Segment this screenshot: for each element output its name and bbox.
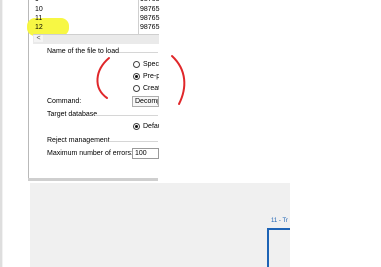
command-label: Command:	[47, 98, 82, 105]
reject-group-label: Reject management	[47, 137, 110, 144]
max-errors-input[interactable]: 100	[132, 148, 159, 159]
group-divider	[95, 115, 158, 116]
red-annotation-brackets	[96, 55, 186, 105]
table-row-number: 12	[35, 24, 43, 31]
workflow-node-border-top	[267, 228, 290, 230]
group-divider	[109, 141, 158, 142]
scroll-left-button[interactable]: <	[34, 35, 43, 42]
horizontal-scrollbar[interactable]	[33, 34, 159, 44]
dialog-bottom-edge	[28, 178, 158, 181]
workflow-canvas[interactable]	[30, 183, 290, 267]
left-annotation-stroke	[96, 57, 110, 99]
workflow-node-label[interactable]: 11 - Tr	[271, 218, 288, 224]
max-errors-label: Maximum number of errors:	[47, 150, 133, 157]
table-column-divider	[138, 0, 139, 35]
target-db-label: Target database	[47, 111, 98, 118]
left-gutter-edge	[2, 0, 3, 267]
table-row-value: 98765	[140, 24, 160, 31]
workflow-node-border-left	[267, 228, 269, 267]
right-annotation-stroke	[171, 55, 186, 105]
page-background	[290, 183, 381, 267]
radio-default[interactable]	[133, 123, 140, 130]
radio-default-label: Defau	[143, 123, 159, 130]
